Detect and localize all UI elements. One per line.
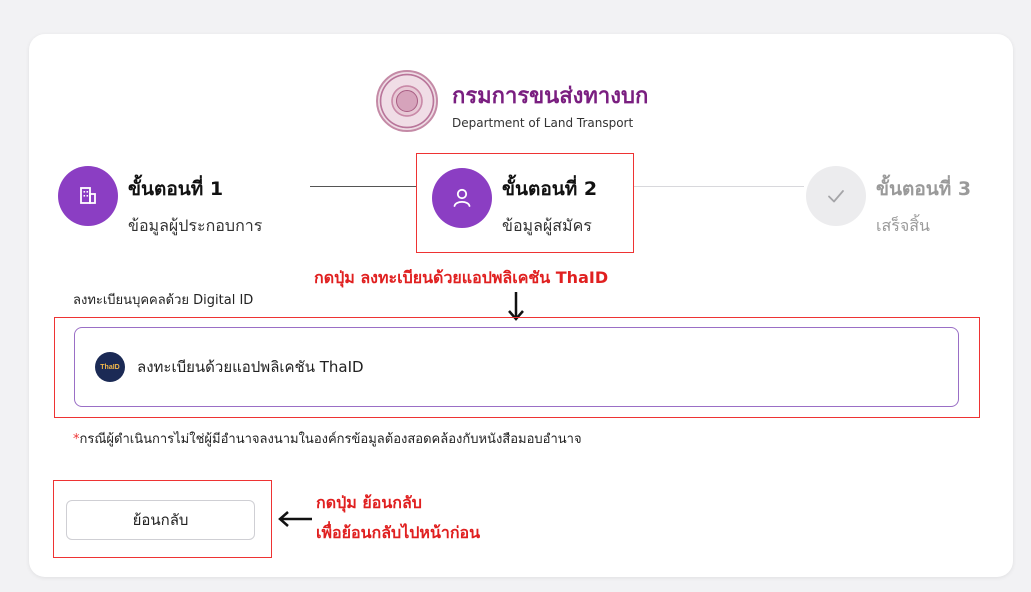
user-icon <box>432 168 492 228</box>
building-icon <box>58 166 118 226</box>
thaid-instruction-annotation: กดปุ่ม ลงทะเบียนด้วยแอปพลิเคชัน ThaID <box>314 268 609 287</box>
arrow-left-icon <box>278 511 312 527</box>
step-2-title: ขั้นตอนที่ 2 <box>502 178 598 200</box>
digital-id-section-label: ลงทะเบียนบุคคลด้วย Digital ID <box>73 293 254 308</box>
org-name-en: Department of Land Transport <box>452 116 634 130</box>
dlt-seal-logo <box>376 70 438 132</box>
step-2-subtitle: ข้อมูลผู้สมัคร <box>502 216 592 235</box>
thaid-register-label: ลงทะเบียนด้วยแอปพลิเคชัน ThaID <box>137 358 364 376</box>
back-instruction-line2: เพื่อย้อนกลับไปหน้าก่อน <box>316 523 481 542</box>
step-connector-1 <box>310 186 416 187</box>
check-icon <box>806 166 866 226</box>
thaid-register-button[interactable]: ThaID ลงทะเบียนด้วยแอปพลิเคชัน ThaID <box>74 327 959 407</box>
back-instruction-line1: กดปุ่ม ย้อนกลับ <box>316 493 422 512</box>
back-button[interactable]: ย้อนกลับ <box>66 500 255 540</box>
step-3-subtitle: เสร็จสิ้น <box>876 216 930 235</box>
step-1-subtitle: ข้อมูลผู้ประกอบการ <box>128 216 263 235</box>
thaid-logo-icon: ThaID <box>95 352 125 382</box>
org-name-th: กรมการขนส่งทางบก <box>452 84 649 109</box>
step-connector-2 <box>634 186 804 187</box>
step-1-title: ขั้นตอนที่ 1 <box>128 178 224 200</box>
authorization-note: *กรณีผู้ดำเนินการไม่ใช่ผู้มีอำนาจลงนามใน… <box>73 432 582 447</box>
step-3-title: ขั้นตอนที่ 3 <box>876 178 972 200</box>
